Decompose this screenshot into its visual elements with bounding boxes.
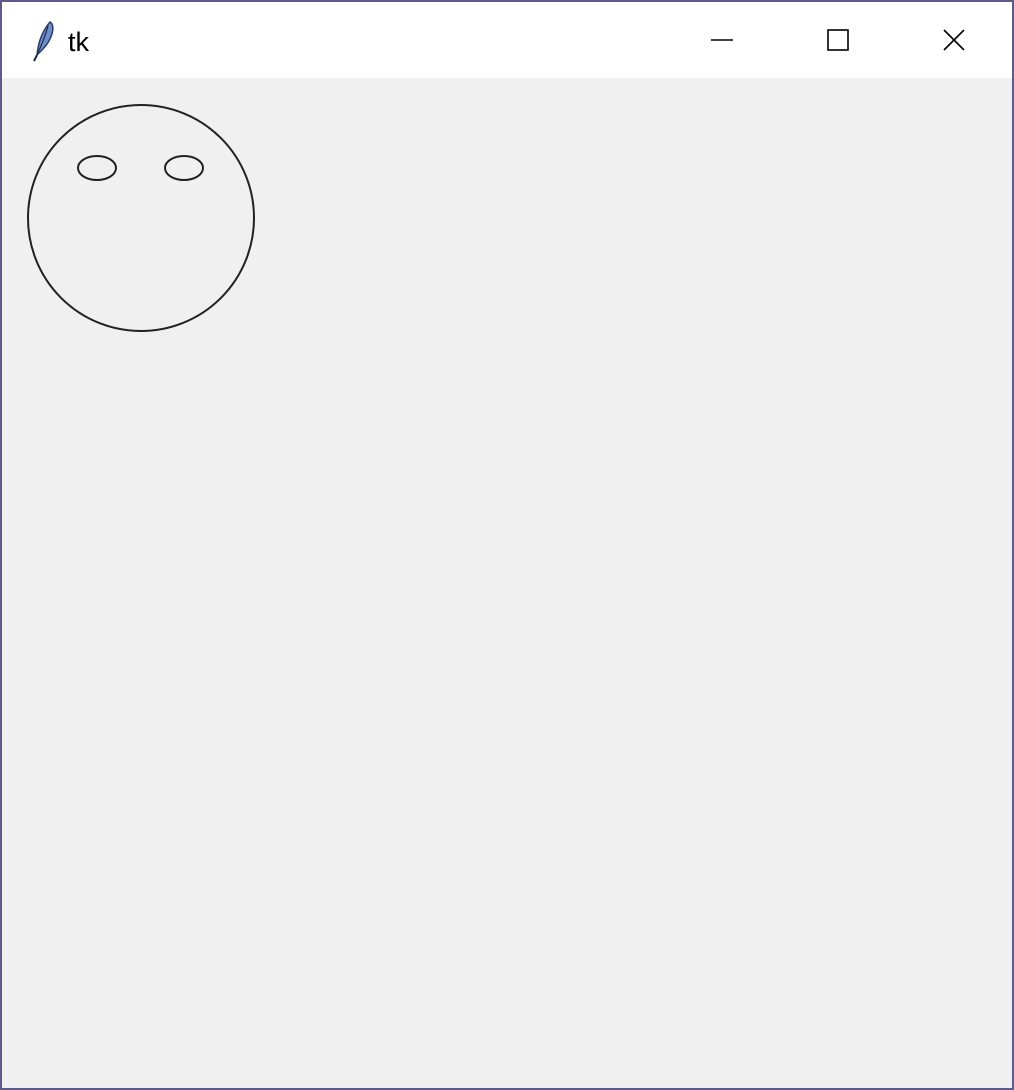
drawing-canvas[interactable]	[2, 78, 1012, 1088]
close-icon	[942, 28, 966, 52]
tk-feather-icon	[28, 20, 58, 62]
left-eye	[77, 155, 117, 181]
maximize-button[interactable]	[780, 2, 896, 78]
right-eye	[164, 155, 204, 181]
face-drawing	[27, 104, 255, 332]
title-bar[interactable]: tk	[2, 2, 1012, 78]
maximize-icon	[826, 28, 850, 52]
tk-window: tk	[0, 0, 1014, 1090]
window-title: tk	[68, 27, 90, 57]
minimize-icon	[710, 28, 734, 52]
minimize-button[interactable]	[664, 2, 780, 78]
close-button[interactable]	[896, 2, 1012, 78]
face-outline	[27, 104, 255, 332]
